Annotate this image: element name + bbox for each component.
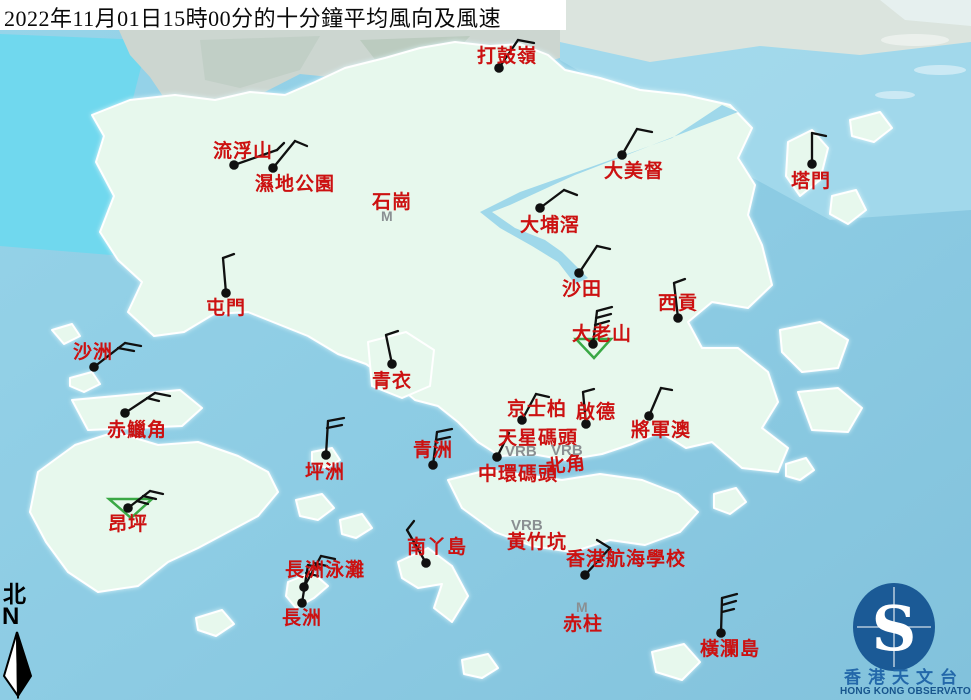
station-dot bbox=[492, 452, 502, 462]
station-dot bbox=[229, 160, 239, 170]
station-dot bbox=[428, 460, 438, 470]
station-dot bbox=[89, 362, 99, 372]
station-dot bbox=[387, 359, 397, 369]
station-dot bbox=[673, 313, 683, 323]
station-dot bbox=[321, 450, 331, 460]
station-dot bbox=[221, 288, 231, 298]
station-dot bbox=[494, 63, 504, 73]
wind-map: S 打鼓嶺流浮山濕地公園石崗M大美督塔門大埔滘沙田屯門西貢沙洲大老山赤鱲角青衣京… bbox=[0, 0, 971, 700]
station-dot bbox=[716, 628, 726, 638]
map-title: 2022年11月01日15時00分的十分鐘平均風向及風速 bbox=[4, 1, 501, 33]
station-dot bbox=[535, 203, 545, 213]
station-dot bbox=[120, 408, 130, 418]
station-dot bbox=[421, 558, 431, 568]
station-dot bbox=[517, 415, 527, 425]
hko-logo-icon: S bbox=[853, 583, 935, 671]
station-dot bbox=[588, 339, 598, 349]
basemap: S bbox=[0, 0, 971, 700]
hko-logo-cjk: 香港天文台 bbox=[844, 669, 964, 686]
hko-logo-en: HONG KONG OBSERVATORY bbox=[840, 687, 971, 697]
compass-north-latin: N bbox=[2, 605, 19, 629]
station-dot bbox=[123, 503, 133, 513]
station-dot bbox=[617, 150, 627, 160]
wind-barb-icon bbox=[721, 598, 722, 633]
svg-text:S: S bbox=[872, 592, 917, 665]
station-dot bbox=[297, 598, 307, 608]
station-dot bbox=[581, 419, 591, 429]
station-dot bbox=[580, 570, 590, 580]
station-dot bbox=[268, 163, 278, 173]
station-dot bbox=[807, 159, 817, 169]
title-bar: 2022年11月01日15時00分的十分鐘平均風向及風速 bbox=[0, 0, 566, 30]
station-dot bbox=[574, 268, 584, 278]
station-dot bbox=[644, 411, 654, 421]
